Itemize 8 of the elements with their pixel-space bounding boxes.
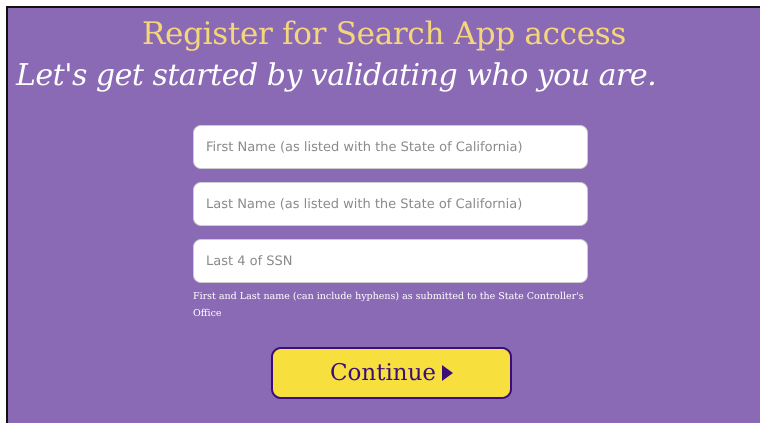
input-field[interactable]: Last Name (as listed with the State of California) xyxy=(193,182,588,226)
continue-button[interactable]: Continue xyxy=(271,347,512,399)
hint-text: First and Last name (can include hyphens) as submitted to the State Controller's Office xyxy=(193,290,585,321)
input-field[interactable]: Last 4 of SSN xyxy=(193,239,588,283)
page-subtitle: Let's get started by validating who you are. xyxy=(16,58,658,93)
play-icon xyxy=(442,365,454,381)
input-field[interactable]: First Name (as listed with the State of California) xyxy=(193,125,588,169)
page-title: Register for Search App access xyxy=(140,16,627,52)
